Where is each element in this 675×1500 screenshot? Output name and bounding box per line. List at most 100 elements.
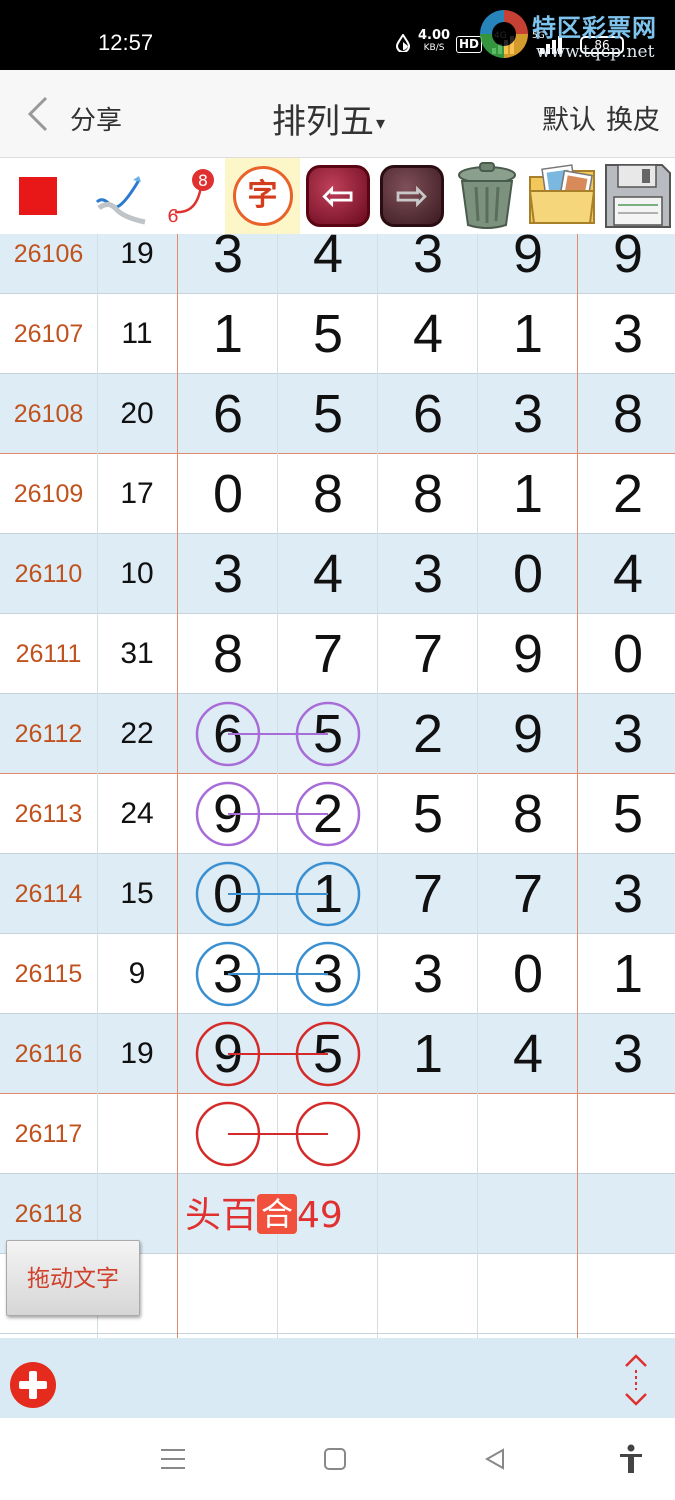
table-row: 26115 9 3 3 3 0 1 xyxy=(0,934,675,1014)
digit-cell[interactable]: 4 xyxy=(278,534,378,614)
digit-cell[interactable] xyxy=(378,1174,478,1254)
digit-cell[interactable]: 1 xyxy=(378,1014,478,1094)
digit-cell[interactable] xyxy=(478,1254,578,1334)
digit-cell[interactable]: 9 xyxy=(478,234,578,294)
digit-cell[interactable]: 3 xyxy=(578,694,675,774)
menu-nav-button[interactable] xyxy=(140,1418,206,1500)
digit-cell[interactable]: 3 xyxy=(378,534,478,614)
digit-cell[interactable]: 5 xyxy=(278,294,378,374)
digit-cell[interactable]: 1 xyxy=(578,934,675,1014)
draw-table[interactable]: 26106 19 3 4 3 9 9 26107 11 1 5 4 1 3 26108 20 6 5 6 3 8 2610… xyxy=(0,234,675,1338)
digit-cell[interactable]: 7 xyxy=(478,854,578,934)
color-picker-button[interactable] xyxy=(18,158,58,234)
digit-cell[interactable]: 4 xyxy=(578,534,675,614)
digit-cell[interactable]: 0 xyxy=(578,614,675,694)
digit-cell[interactable]: 3 xyxy=(178,934,278,1014)
digit-cell[interactable] xyxy=(278,1094,378,1174)
digit-cell[interactable]: 6 xyxy=(178,694,278,774)
digit-cell[interactable]: 9 xyxy=(478,614,578,694)
digit-cell[interactable]: 1 xyxy=(478,294,578,374)
redo-button[interactable]: ⇨ xyxy=(376,158,448,234)
back-nav-button[interactable] xyxy=(462,1418,528,1500)
issue-number: 26110 xyxy=(14,560,83,588)
digit-cell[interactable] xyxy=(578,1254,675,1334)
digit-cell[interactable]: 5 xyxy=(278,694,378,774)
drag-text-button[interactable]: 拖动文字 xyxy=(6,1240,140,1316)
sum-value: 11 xyxy=(121,317,153,350)
digit-cell[interactable]: 3 xyxy=(578,1014,675,1094)
share-button[interactable]: 分享 xyxy=(70,100,122,137)
digit-cell[interactable]: 0 xyxy=(178,854,278,934)
digit-cell[interactable]: 5 xyxy=(578,774,675,854)
link-numbers-button[interactable]: 8 6 xyxy=(156,158,222,234)
digit-cell[interactable] xyxy=(378,1254,478,1334)
digit-cell[interactable]: 3 xyxy=(478,374,578,454)
default-button[interactable]: 默认 xyxy=(542,98,596,137)
digit-cell[interactable]: 2 xyxy=(378,694,478,774)
clear-button[interactable] xyxy=(450,158,524,234)
digit-cell[interactable]: 9 xyxy=(178,774,278,854)
digit-cell[interactable]: 3 xyxy=(178,234,278,294)
digit-cell[interactable]: 2 xyxy=(278,774,378,854)
digit-cell[interactable] xyxy=(278,1254,378,1334)
digit-cell[interactable]: 4 xyxy=(278,234,378,294)
issue-number: 26111 xyxy=(15,640,82,668)
digit-cell[interactable] xyxy=(578,1094,675,1174)
digit-cell[interactable] xyxy=(178,1094,278,1174)
floppy-save-icon xyxy=(604,164,671,228)
digit-cell[interactable]: 5 xyxy=(278,374,378,454)
digit-cell[interactable]: 9 xyxy=(178,1014,278,1094)
digit-cell[interactable]: 8 xyxy=(378,454,478,534)
digit-cell[interactable]: 0 xyxy=(478,534,578,614)
digit-cell[interactable]: 3 xyxy=(178,534,278,614)
digit-cell[interactable]: 3 xyxy=(578,854,675,934)
digit-cell[interactable]: 7 xyxy=(378,854,478,934)
digit-cell[interactable]: 5 xyxy=(278,1014,378,1094)
pen-tool-button[interactable] xyxy=(86,158,152,234)
undo-button[interactable]: ⇦ xyxy=(303,158,373,234)
up-down-arrows-icon[interactable] xyxy=(618,1354,654,1406)
column-divider xyxy=(177,234,178,1338)
home-nav-button[interactable] xyxy=(302,1418,368,1500)
digit-cell[interactable]: 9 xyxy=(478,694,578,774)
digit-cell[interactable]: 7 xyxy=(378,614,478,694)
digit-cell[interactable]: 2 xyxy=(578,454,675,534)
digit-cell[interactable]: 1 xyxy=(178,294,278,374)
digit-cell[interactable]: 8 xyxy=(478,774,578,854)
digit-cell[interactable]: 1 xyxy=(278,854,378,934)
digit-cell[interactable] xyxy=(478,1174,578,1254)
digit-cell[interactable] xyxy=(178,1254,278,1334)
chevron-left-icon[interactable] xyxy=(22,94,58,134)
digit-cell[interactable]: 3 xyxy=(278,934,378,1014)
digit-cell[interactable]: 8 xyxy=(578,374,675,454)
digit-cell[interactable]: 7 xyxy=(278,614,378,694)
digit-cell[interactable] xyxy=(478,1094,578,1174)
digit-cell[interactable] xyxy=(378,1094,478,1174)
digit-cell[interactable]: 3 xyxy=(378,234,478,294)
digit-cell[interactable]: 5 xyxy=(378,774,478,854)
digit-cell[interactable] xyxy=(578,1174,675,1254)
status-bar: 12:57 4.00 KB/S HD 4G 5G 86 特区彩票网 www.tq… xyxy=(0,0,675,70)
digit-cell[interactable]: 6 xyxy=(178,374,278,454)
digit-cell[interactable]: 8 xyxy=(178,614,278,694)
digit-cell[interactable]: 0 xyxy=(178,454,278,534)
digit-cell[interactable]: 0 xyxy=(478,934,578,1014)
skin-button[interactable]: 换皮 xyxy=(606,98,660,137)
digit-cell[interactable]: 1 xyxy=(478,454,578,534)
digit-cell[interactable]: 4 xyxy=(478,1014,578,1094)
forward-arrow-icon: ⇨ xyxy=(380,165,444,227)
annotation-value: 49 xyxy=(297,1195,343,1236)
plus-circle-icon[interactable] xyxy=(10,1362,56,1408)
text-tool-button[interactable]: 字 xyxy=(225,158,300,234)
digit-cell[interactable]: 4 xyxy=(378,294,478,374)
digit-cell[interactable]: 9 xyxy=(578,234,675,294)
table-row: 26111 31 8 7 7 9 0 xyxy=(0,614,675,694)
image-button[interactable] xyxy=(524,158,600,234)
digit-cell[interactable]: 3 xyxy=(378,934,478,1014)
digit-cell[interactable]: 6 xyxy=(378,374,478,454)
digit-cell[interactable]: 3 xyxy=(578,294,675,374)
lottery-type-selector[interactable]: 排列五 ▾ xyxy=(272,94,385,143)
digit-cell[interactable]: 8 xyxy=(278,454,378,534)
accessibility-nav-button[interactable] xyxy=(598,1418,664,1500)
save-button[interactable] xyxy=(600,158,675,234)
